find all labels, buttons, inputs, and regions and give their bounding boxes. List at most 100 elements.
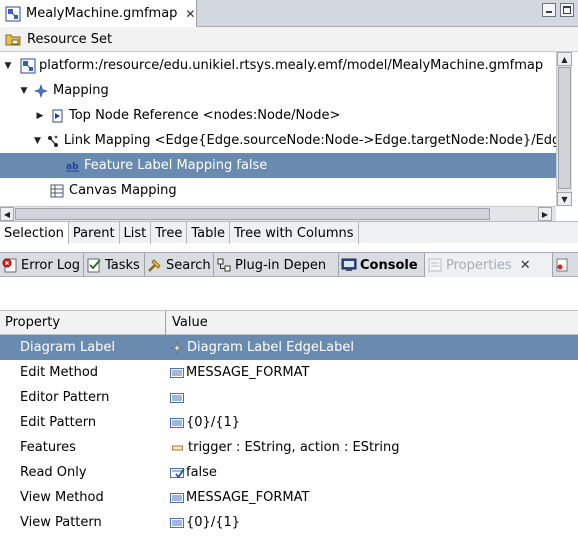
property-value[interactable]: false [166, 465, 217, 480]
tab-label: Console [360, 257, 418, 273]
properties-table: Diagram Label Diagram Label EdgeLabel Ed… [0, 335, 578, 535]
table-row[interactable]: View Pattern {0}/{1} [0, 510, 578, 535]
table-row[interactable]: Edit Pattern {0}/{1} [0, 410, 578, 435]
close-icon[interactable]: ✕ [520, 258, 531, 273]
tree-horizontal-scrollbar[interactable]: ◀ ▶ [0, 206, 556, 221]
tab-tree-with-columns[interactable]: Tree with Columns [230, 222, 359, 244]
column-header-value[interactable]: Value [166, 315, 208, 330]
tab-label: Search [166, 257, 211, 273]
tasks-icon [87, 258, 101, 273]
pin-icon [556, 258, 568, 272]
tree-item-mapping[interactable]: ▼ Mapping [0, 78, 556, 103]
gmfmap-file-icon [5, 6, 21, 21]
search-icon [148, 259, 161, 272]
tab-parent[interactable]: Parent [69, 222, 120, 244]
tree-item-link-mapping[interactable]: ▼ Link Mapping <Edge{Edge.sourceNode:Nod… [0, 128, 556, 153]
model-tree: ▼ platform:/resource/edu.unikiel.rtsys.m… [0, 52, 556, 206]
property-name: Edit Pattern [20, 415, 97, 430]
tab-label: Tasks [105, 257, 140, 273]
diagram-label-icon [171, 341, 183, 354]
tab-label: Error Log [21, 257, 81, 273]
properties-icon [428, 258, 442, 272]
property-value[interactable]: Diagram Label EdgeLabel [166, 340, 354, 355]
enum-literal-icon [170, 492, 184, 503]
maximize-button[interactable] [560, 3, 574, 17]
enum-literal-icon [170, 392, 184, 403]
tab-list[interactable]: List [120, 222, 152, 244]
scroll-up-icon[interactable]: ▲ [557, 52, 572, 66]
column-header-property[interactable]: Property [0, 310, 166, 335]
minimize-button[interactable] [542, 3, 556, 17]
tab-console[interactable]: Console [339, 253, 425, 277]
property-name: View Pattern [20, 515, 102, 530]
tab-plugin-dependencies[interactable]: Plug-in Depen [214, 253, 339, 277]
expand-down-icon[interactable]: ▼ [2, 60, 14, 72]
tree-item-label: Mapping [53, 83, 109, 98]
property-name: Read Only [20, 465, 87, 480]
expand-right-icon[interactable]: ▶ [34, 110, 46, 122]
property-name: Diagram Label [20, 340, 116, 355]
property-name: Editor Pattern [20, 390, 110, 405]
link-mapping-icon [47, 135, 58, 147]
property-value[interactable]: {0}/{1} [166, 515, 240, 530]
resource-set-header: Resource Set [0, 27, 578, 52]
property-value[interactable]: trigger : EString, action : EString [166, 440, 400, 455]
editor-tab-label: MealyMachine.gmfmap [26, 6, 178, 21]
horizontal-scroll-thumb[interactable] [15, 208, 490, 220]
tree-item-platform-resource[interactable]: ▼ platform:/resource/edu.unikiel.rtsys.m… [0, 53, 556, 78]
tab-label: Properties [446, 257, 512, 273]
expand-down-icon[interactable]: ▼ [34, 135, 41, 147]
close-icon[interactable]: ✕ [185, 7, 195, 21]
top-node-reference-icon [52, 109, 63, 122]
table-row[interactable]: Features trigger : EString, action : ESt… [0, 435, 578, 460]
tab-properties[interactable]: Properties ✕ [425, 253, 553, 277]
table-row[interactable]: Edit Method MESSAGE_FORMAT [0, 360, 578, 385]
plugin-dependencies-icon [217, 258, 231, 272]
tab-tree[interactable]: Tree [151, 222, 188, 244]
feature-attribute-icon [172, 445, 183, 450]
console-icon [341, 258, 357, 271]
tab-tasks[interactable]: Tasks [84, 253, 145, 277]
vertical-scroll-thumb[interactable] [558, 67, 571, 189]
boolean-check-icon [170, 467, 185, 478]
enum-literal-icon [170, 517, 184, 528]
property-value[interactable]: MESSAGE_FORMAT [166, 490, 309, 505]
tab-label: Plug-in Depen [235, 257, 327, 273]
tab-error-log[interactable]: Error Log [0, 253, 84, 277]
enum-literal-icon [170, 367, 184, 378]
scroll-left-icon[interactable]: ◀ [0, 207, 14, 221]
table-row[interactable]: Read Only false [0, 460, 578, 485]
editor-tab-gmfmap[interactable]: MealyMachine.gmfmap ✕ [0, 0, 197, 27]
tree-item-label: platform:/resource/edu.unikiel.rtsys.mea… [39, 58, 544, 73]
tab-table[interactable]: Table [187, 222, 230, 244]
tab-search[interactable]: Search [145, 253, 214, 277]
property-value[interactable]: {0}/{1} [166, 415, 240, 430]
scroll-right-icon[interactable]: ▶ [538, 207, 552, 221]
table-row[interactable]: Diagram Label Diagram Label EdgeLabel [0, 335, 578, 360]
property-name: Edit Method [20, 365, 99, 380]
tree-item-label: Feature Label Mapping false [84, 158, 268, 173]
tree-item-top-node-reference[interactable]: ▶ Top Node Reference <nodes:Node/Node> [0, 103, 556, 128]
view-tab-strip: Error Log Tasks Search Plug-in Depen Con… [0, 252, 578, 277]
tree-item-feature-label-mapping[interactable]: ab Feature Label Mapping false [0, 153, 556, 178]
tree-item-label: Top Node Reference <nodes:Node/Node> [69, 108, 341, 123]
tree-item-canvas-mapping[interactable]: Canvas Mapping [0, 178, 556, 203]
scroll-down-icon[interactable]: ▼ [557, 192, 572, 206]
tree-vertical-scrollbar[interactable]: ▲ ▼ [556, 52, 572, 206]
property-value[interactable] [166, 392, 186, 403]
expand-down-icon[interactable]: ▼ [18, 85, 30, 97]
property-name: View Method [20, 490, 104, 505]
property-name: Features [20, 440, 76, 455]
mapping-icon [34, 83, 48, 98]
feature-label-mapping-icon: ab [66, 162, 79, 172]
enum-literal-icon [170, 417, 184, 428]
tab-selection[interactable]: Selection [0, 222, 69, 244]
property-value[interactable]: MESSAGE_FORMAT [166, 365, 309, 380]
editor-page-tabs: Selection Parent List Tree Table Tree wi… [0, 221, 578, 244]
table-row[interactable]: View Method MESSAGE_FORMAT [0, 485, 578, 510]
tab-overflow[interactable] [553, 253, 578, 277]
table-row[interactable]: Editor Pattern [0, 385, 578, 410]
tree-item-label: Canvas Mapping [69, 183, 177, 198]
resource-set-label: Resource Set [27, 31, 113, 47]
properties-table-header: Property Value [0, 310, 578, 335]
